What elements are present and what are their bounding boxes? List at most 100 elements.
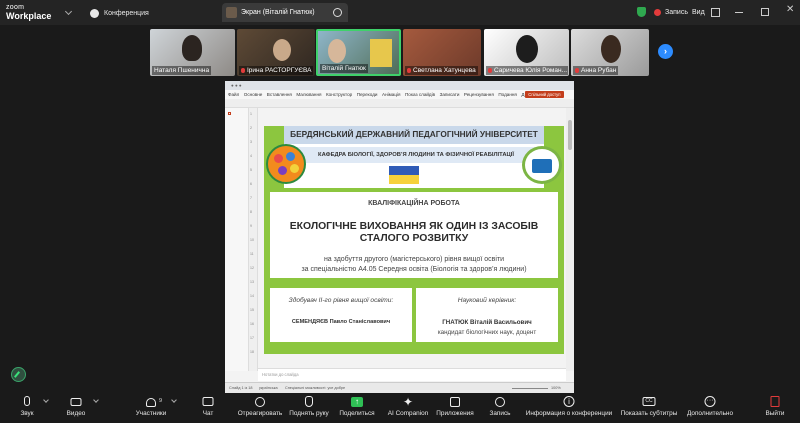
conference-menu[interactable]: Конференция bbox=[90, 6, 149, 20]
thesis-title-line1: ЕКОЛОГІЧНЕ ВИХОВАННЯ ЯК ОДИН ІЗ ЗАСОБІВ bbox=[289, 221, 539, 232]
vertical-scrollbar[interactable] bbox=[566, 108, 574, 371]
window-minimize-icon[interactable] bbox=[735, 8, 743, 13]
raise-hand-button[interactable]: Поднять руку bbox=[288, 395, 330, 422]
row-number: 2 bbox=[250, 126, 252, 130]
slide-canvas[interactable]: БЕРДЯНСЬКИЙ ДЕРЖАВНИЙ ПЕДАГОГІЧНИЙ УНІВЕ… bbox=[264, 126, 564, 354]
participant-name: Саричева Юлія Роман... bbox=[486, 66, 568, 75]
row-number: 15 bbox=[250, 308, 254, 312]
slide-thumbnail[interactable] bbox=[228, 112, 231, 115]
participant-tile-active-speaker[interactable]: Віталій Гнатюк bbox=[316, 29, 401, 76]
more-dots-icon: ··· bbox=[686, 395, 734, 409]
ppt-menu-insert[interactable]: Вставлення bbox=[267, 92, 292, 97]
ppt-menu-draw[interactable]: Малювання bbox=[296, 92, 321, 97]
row-number: 4 bbox=[250, 154, 252, 158]
screen-tab-label: Экран (Віталій Гнатюк) bbox=[241, 9, 315, 16]
ppt-share-button[interactable]: Спільний доступ bbox=[525, 91, 564, 98]
participants-button[interactable]: 9 Участники bbox=[134, 395, 168, 422]
supervisor-label: Науковий керівник: bbox=[457, 297, 517, 304]
ppt-menu-view[interactable]: Подання bbox=[498, 92, 517, 97]
video-options-chevron-icon[interactable] bbox=[93, 397, 99, 403]
faculty-emblem-logo bbox=[266, 144, 306, 184]
row-number: 5 bbox=[250, 168, 252, 172]
audio-button[interactable]: Звук bbox=[14, 395, 40, 422]
leave-label: Выйти bbox=[765, 410, 785, 417]
audio-label: Звук bbox=[20, 410, 34, 417]
view-button[interactable]: Вид bbox=[692, 5, 720, 19]
share-screen-button[interactable]: ↑ Поделиться bbox=[336, 395, 378, 422]
row-number: 1 bbox=[250, 112, 252, 116]
participant-tile[interactable]: Наталя Пшенична bbox=[150, 29, 235, 76]
more-button[interactable]: ··· Дополнительно bbox=[686, 395, 734, 422]
thesis-title-line2: СТАЛОГО РОЗВИТКУ bbox=[359, 233, 469, 244]
logo-line2: Workplace bbox=[6, 11, 52, 21]
next-participants-button[interactable]: › bbox=[658, 44, 673, 59]
row-number: 18 bbox=[250, 350, 254, 354]
scrollbar-thumb[interactable] bbox=[568, 120, 572, 150]
apps-label: Приложения bbox=[436, 410, 474, 417]
chat-label: Чат bbox=[202, 410, 214, 417]
ppt-menu-slideshow[interactable]: Показ слайдів bbox=[405, 92, 435, 97]
ai-companion-button[interactable]: ✦ AI Companion bbox=[386, 395, 430, 422]
participant-tile[interactable]: Саричева Юлія Роман... bbox=[484, 29, 569, 76]
zoom-logo: zoom Workplace bbox=[6, 3, 51, 21]
status-slide-count: Слайд 1 із 18 bbox=[229, 386, 253, 390]
chat-button[interactable]: Чат bbox=[198, 395, 218, 422]
ppt-menu-animations[interactable]: Анімація bbox=[382, 92, 400, 97]
captions-button[interactable]: CC Показать субтитры bbox=[618, 395, 680, 422]
audio-options-chevron-icon[interactable] bbox=[43, 397, 49, 403]
leave-button[interactable]: Выйти bbox=[764, 395, 786, 422]
department-name: КАФЕДРА БІОЛОГІЇ, ЗДОРОВ’Я ЛЮДИНИ ТА ФІЗ… bbox=[318, 152, 514, 158]
ukraine-flag-icon bbox=[389, 166, 419, 184]
share-label: Поделиться bbox=[339, 410, 375, 417]
ppt-menu-bar: Файл Основне Вставлення Малювання Констр… bbox=[225, 90, 574, 99]
participants-options-chevron-icon[interactable] bbox=[171, 397, 177, 403]
row-number: 3 bbox=[250, 140, 252, 144]
window-maximize-icon[interactable] bbox=[761, 8, 769, 16]
ppt-menu-review[interactable]: Рецензування bbox=[464, 92, 494, 97]
status-zoom-level: 100% bbox=[551, 386, 561, 390]
ppt-menu-transitions[interactable]: Переходи bbox=[357, 92, 378, 97]
more-label: Дополнительно bbox=[687, 410, 733, 417]
row-number: 11 bbox=[250, 252, 254, 256]
status-language: українська bbox=[259, 386, 278, 390]
info-icon: i bbox=[523, 395, 615, 409]
ppt-menu-record[interactable]: Записати bbox=[440, 92, 460, 97]
apps-button[interactable]: Приложения bbox=[434, 395, 476, 422]
top-bar: zoom Workplace Конференция Экран (Віталі… bbox=[0, 0, 800, 25]
ppt-menu-home[interactable]: Основне bbox=[244, 92, 263, 97]
conference-label: Конференция bbox=[104, 9, 149, 17]
raise-hand-label: Поднять руку bbox=[289, 410, 329, 417]
paw-icon bbox=[90, 8, 99, 18]
window-close-icon[interactable]: ✕ bbox=[786, 5, 794, 15]
sparkle-icon: ✦ bbox=[402, 395, 414, 409]
grid-icon bbox=[710, 7, 720, 17]
horizontal-ruler bbox=[225, 99, 574, 108]
ppt-title-bar: ● ● ● bbox=[225, 81, 574, 90]
ppt-menu-file[interactable]: Файл bbox=[228, 92, 239, 97]
react-button[interactable]: Отреагировать bbox=[236, 395, 284, 422]
screen-share-tab[interactable]: Экран (Віталій Гнатюк) bbox=[222, 3, 348, 22]
leave-door-icon bbox=[764, 395, 786, 409]
notes-field[interactable]: Нотатки до слайда bbox=[258, 368, 566, 381]
meeting-info-button[interactable]: i Информация о конференции bbox=[523, 395, 615, 422]
annotate-pen-button[interactable] bbox=[11, 367, 26, 382]
participant-tile[interactable]: Анна Рубан bbox=[571, 29, 649, 76]
shield-icon[interactable] bbox=[637, 7, 646, 17]
participant-tile[interactable]: Ірина РАСТОРГУЄВА bbox=[237, 29, 315, 76]
student-label: Здобувач II-го рівня вищої освіти: bbox=[288, 297, 394, 304]
thesis-title: ЕКОЛОГІЧНЕ ВИХОВАННЯ ЯК ОДИН ІЗ ЗАСОБІВ … bbox=[270, 221, 558, 245]
video-button[interactable]: Видео bbox=[62, 395, 90, 422]
cc-icon: CC bbox=[618, 395, 680, 409]
participant-tile[interactable]: Светлана Хатунцева bbox=[403, 29, 481, 76]
minimize-circle-icon[interactable] bbox=[333, 8, 342, 17]
ppt-menu-design[interactable]: Конструктор bbox=[326, 92, 352, 97]
mic-off-icon bbox=[407, 67, 411, 73]
ai-label: AI Companion bbox=[387, 410, 429, 417]
view-label: Вид bbox=[692, 8, 705, 16]
record-indicator[interactable]: Запись bbox=[654, 5, 688, 19]
participants-count: 9 bbox=[159, 398, 163, 404]
chevron-down-icon[interactable] bbox=[64, 7, 73, 16]
row-number: 9 bbox=[250, 224, 252, 228]
record-button[interactable]: Запись bbox=[488, 395, 512, 422]
zoom-slider[interactable] bbox=[512, 388, 548, 389]
